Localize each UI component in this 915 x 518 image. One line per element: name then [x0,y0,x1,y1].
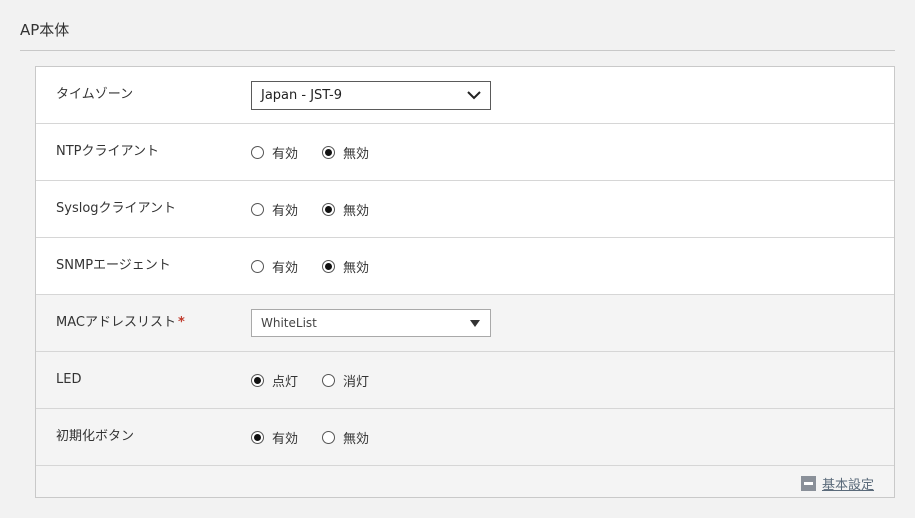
syslog-label: Syslogクライアント [56,201,177,216]
snmp-enable-radio[interactable] [251,259,264,273]
setting-row-mac-list: MACアドレスリスト * WhiteList [36,295,894,352]
required-marker: * [177,315,185,330]
ntp-enable-option[interactable]: 有効 [251,143,298,162]
mac-list-label-text: MACアドレスリスト [56,315,176,330]
ntp-disable-radio[interactable] [322,145,336,159]
collapse-basic-settings-label: 基本設定 [821,478,874,493]
setting-row-syslog: Syslogクライアント 有効 無効 [36,181,894,238]
section-divider [20,50,895,51]
syslog-enable-radio[interactable] [251,202,264,216]
init-button-label: 初期化ボタン [56,429,135,444]
panel-footer: 基本設定 [36,466,894,497]
snmp-disable-radio[interactable] [322,259,336,273]
setting-row-timezone: タイムゾーン Japan - JST-9 [36,67,894,124]
syslog-enable-label: 有効 [272,203,299,219]
timezone-label: タイムゾーン [56,87,134,102]
ntp-disable-option[interactable]: 無効 [322,143,369,162]
section-title: AP本体 [20,21,70,39]
syslog-enable-option[interactable]: 有効 [251,200,298,219]
timezone-select-value: Japan - JST-9 [261,87,343,103]
mac-list-select[interactable]: WhiteList [251,309,491,337]
mac-list-select-value: WhiteList [261,316,317,330]
syslog-disable-option[interactable]: 無効 [322,200,369,219]
init-button-enable-option[interactable]: 有効 [251,428,298,447]
timezone-select[interactable]: Japan - JST-9 [251,80,491,110]
syslog-disable-radio[interactable] [322,202,336,216]
ntp-enable-radio[interactable] [251,145,264,159]
setting-row-ntp: NTPクライアント 有効 無効 [36,124,894,181]
led-on-label: 点灯 [272,374,299,390]
led-off-option[interactable]: 消灯 [322,371,369,390]
snmp-enable-label: 有効 [272,260,299,276]
led-off-radio[interactable] [322,373,336,387]
ntp-enable-label: 有効 [272,146,299,162]
mac-list-label: MACアドレスリスト * [56,295,185,351]
ntp-label: NTPクライアント [56,144,159,159]
snmp-enable-option[interactable]: 有効 [251,257,298,276]
init-button-disable-option[interactable]: 無効 [322,428,369,447]
setting-row-led: LED 点灯 消灯 [36,352,894,409]
snmp-label: SNMPエージェント [56,258,171,273]
led-off-label: 消灯 [343,374,370,390]
collapse-basic-settings-link[interactable]: 基本設定 [800,474,874,493]
led-on-option[interactable]: 点灯 [251,371,298,390]
syslog-disable-label: 無効 [343,203,370,219]
init-button-disable-label: 無効 [343,431,370,447]
init-button-enable-label: 有効 [272,431,299,447]
caret-down-icon [470,319,480,327]
led-on-radio[interactable] [251,373,264,387]
minus-icon [800,476,816,491]
setting-row-init-button: 初期化ボタン 有効 無効 [36,409,894,466]
settings-panel: タイムゾーン Japan - JST-9 NTPクライアント 有効 無効 Sys… [35,66,895,498]
snmp-disable-label: 無効 [343,260,370,276]
snmp-disable-option[interactable]: 無効 [322,257,369,276]
ntp-disable-label: 無効 [343,146,370,162]
chevron-down-icon [467,91,481,100]
setting-row-snmp: SNMPエージェント 有効 無効 [36,238,894,295]
init-button-disable-radio[interactable] [322,430,336,444]
init-button-enable-radio[interactable] [251,430,264,444]
led-label: LED [56,372,82,387]
